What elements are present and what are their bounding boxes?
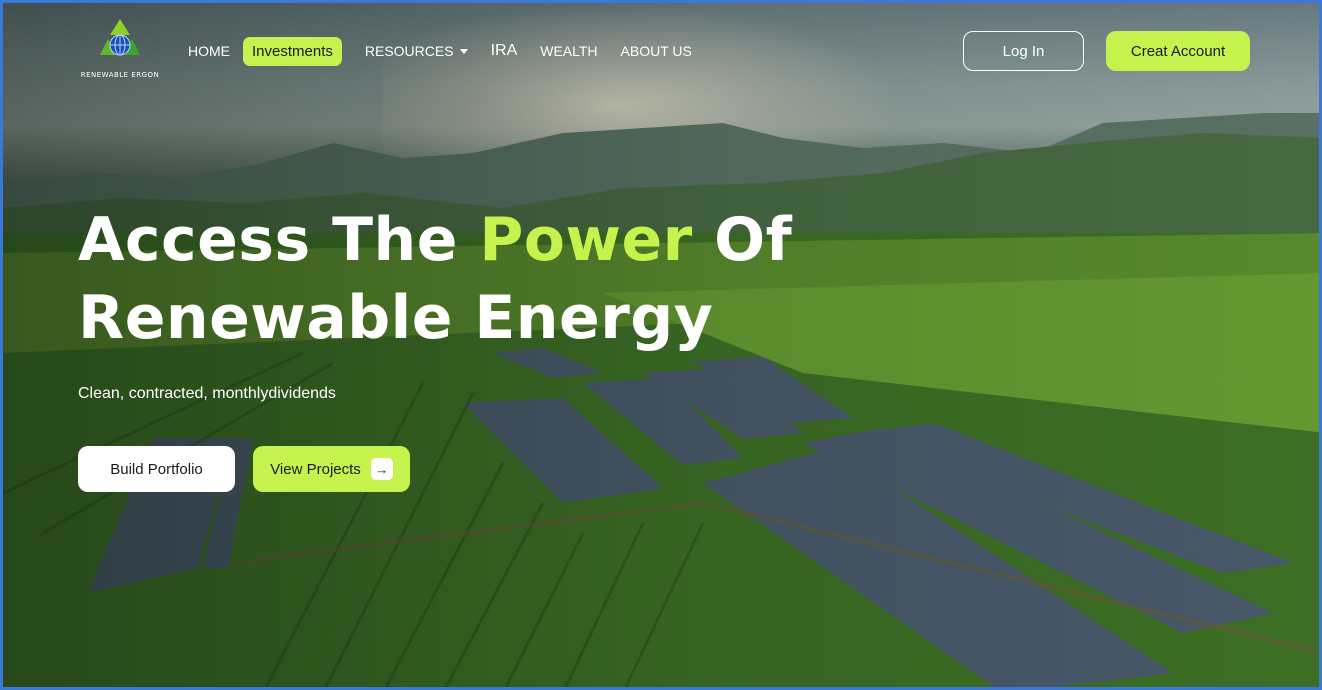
nav-investments[interactable]: Investments bbox=[243, 36, 342, 66]
nav-resources[interactable]: RESOURCES bbox=[365, 43, 468, 59]
nav-about-us[interactable]: ABOUT US bbox=[621, 43, 692, 59]
hero-subtitle: Clean, contracted, monthlydividends bbox=[78, 385, 336, 402]
arrow-right-icon: → bbox=[370, 458, 393, 480]
logo-text: RENEWABLE ERGON bbox=[80, 71, 160, 79]
create-account-button[interactable]: Creat Account bbox=[1106, 31, 1250, 71]
caret-down-icon bbox=[459, 48, 468, 54]
hero-title-accent: Power bbox=[479, 205, 693, 275]
view-projects-label: View Projects bbox=[270, 460, 361, 478]
hero-title-part1: Access The bbox=[78, 205, 480, 275]
hero-title-part2: Of bbox=[692, 205, 793, 275]
nav-home[interactable]: HOME bbox=[188, 43, 230, 59]
main-menu: HOME Investments RESOURCES IRA WEALTH AB… bbox=[188, 35, 715, 67]
recycle-globe-icon bbox=[100, 19, 140, 56]
nav-resources-label: RESOURCES bbox=[364, 43, 454, 59]
hero-title-line2: Renewable Energy bbox=[78, 283, 714, 353]
nav-ira[interactable]: IRA bbox=[491, 42, 518, 60]
hero-title: Access The Power Of Renewable Energy bbox=[78, 201, 838, 357]
brand-logo[interactable]: RENEWABLE ERGON bbox=[75, 17, 165, 83]
login-button[interactable]: Log In bbox=[963, 31, 1084, 71]
page-frame: RENEWABLE ERGON HOME Investments RESOURC… bbox=[0, 0, 1322, 690]
nav-wealth[interactable]: WEALTH bbox=[540, 43, 597, 59]
view-projects-button[interactable]: View Projects → bbox=[253, 446, 410, 492]
build-portfolio-button[interactable]: Build Portfolio bbox=[78, 446, 235, 492]
top-navigation: RENEWABLE ERGON HOME Investments RESOURC… bbox=[3, 3, 1319, 98]
